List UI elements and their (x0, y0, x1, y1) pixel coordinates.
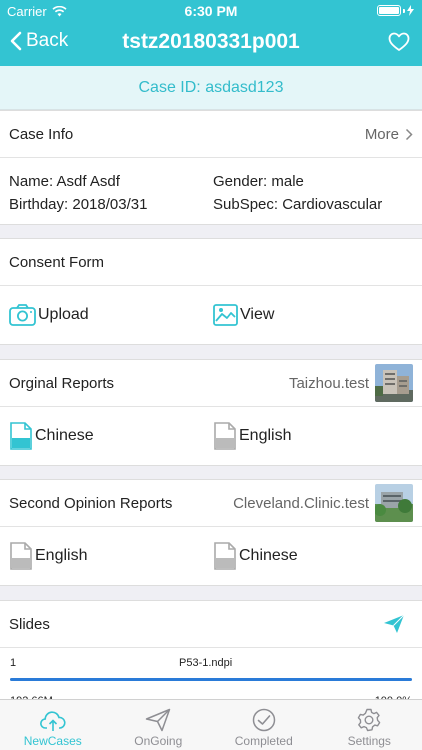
tab-label: OnGoing (134, 734, 183, 748)
back-button[interactable]: Back (10, 30, 68, 52)
chevron-left-icon (10, 31, 22, 51)
consent-form-title: Consent Form (9, 253, 105, 271)
upload-button[interactable]: Upload (9, 286, 89, 344)
second-opinion-title: Second Opinion Reports (9, 494, 173, 512)
patient-subspec: SubSpec: Cardiovascular (213, 196, 383, 213)
second-opinion-english-label: English (35, 547, 88, 564)
consent-form-section: Consent Form Upload View (0, 238, 422, 345)
tab-label: Completed (234, 734, 293, 748)
document-en-icon (10, 542, 32, 570)
gear-icon (357, 708, 381, 732)
navigation-bar: Back tstz20180331p001 (0, 24, 422, 64)
original-chinese-label: Chinese (35, 427, 94, 444)
case-info-header[interactable]: Case Info More (0, 111, 422, 158)
tab-ongoing[interactable]: OnGoing (106, 700, 212, 750)
original-reports-title: Orginal Reports (9, 374, 115, 392)
view-button[interactable]: View (213, 286, 274, 344)
paper-plane-icon (384, 614, 405, 633)
second-opinion-chinese-report[interactable]: Chinese (213, 527, 298, 585)
second-opinion-chinese-label: Chinese (239, 547, 298, 564)
paper-plane-icon (146, 708, 171, 732)
original-english-label: English (239, 427, 292, 444)
case-info-title: Case Info (9, 125, 74, 143)
hospital-thumbnail (375, 364, 413, 402)
favorite-button[interactable] (388, 32, 410, 57)
original-chinese-report[interactable]: Chinese (9, 407, 94, 465)
original-english-report[interactable]: English (213, 407, 291, 465)
second-opinion-section: Second Opinion Reports Cleveland.Clinic.… (0, 479, 422, 586)
original-reports-section: Orginal Reports Taizhou.test Chinese Eng… (0, 359, 422, 466)
camera-icon (9, 304, 36, 326)
upload-label: Upload (38, 306, 89, 323)
status-bar: Carrier 6:30 PM (0, 0, 422, 22)
cloud-upload-icon (39, 711, 66, 731)
slide-filename: P53-1.ndpi (179, 657, 233, 669)
tab-bar: NewCases OnGoing Completed Settings (0, 699, 422, 750)
tab-newcases[interactable]: NewCases (0, 700, 106, 750)
heart-icon (388, 32, 410, 51)
back-label: Back (26, 30, 69, 51)
document-ch-icon (214, 542, 236, 570)
hospital-thumbnail (375, 484, 413, 522)
patient-name: Name: Asdf Asdf (9, 173, 120, 190)
document-ch-icon (10, 422, 32, 450)
original-reports-hospital: Taizhou.test (288, 374, 369, 392)
document-en-icon (214, 422, 236, 450)
slide-index: 1 (10, 657, 17, 669)
more-label: More (364, 125, 399, 143)
chevron-right-icon (405, 128, 413, 140)
second-opinion-english-report[interactable]: English (9, 527, 87, 585)
check-circle-icon (252, 708, 275, 732)
case-id-banner: Case ID: asdasd123 (0, 66, 422, 110)
tab-label: NewCases (23, 734, 82, 748)
charging-icon (407, 5, 414, 16)
second-opinion-hospital: Cleveland.Clinic.test (233, 494, 369, 512)
image-icon (213, 304, 238, 326)
tab-label: Settings (347, 734, 391, 748)
battery-icon (377, 5, 414, 16)
send-slides-button[interactable] (383, 614, 405, 634)
status-time: 6:30 PM (184, 3, 238, 19)
slides-title: Slides (9, 615, 50, 633)
patient-gender: Gender: male (213, 173, 304, 190)
tab-settings[interactable]: Settings (317, 700, 422, 750)
view-label: View (240, 306, 275, 323)
header: Carrier 6:30 PM Back tstz20180331p001 (0, 0, 422, 66)
case-info-section: Case Info More Name: Asdf Asdf Birthday:… (0, 110, 422, 225)
case-info-details: Name: Asdf Asdf Birthday: 2018/03/31 Gen… (0, 158, 422, 224)
slides-section: Slides 1 P53-1.ndpi 192.66M 100.0% (0, 600, 422, 707)
patient-birthday: Birthday: 2018/03/31 (9, 196, 148, 213)
tab-completed[interactable]: Completed (211, 700, 317, 750)
more-link[interactable]: More (365, 126, 413, 143)
